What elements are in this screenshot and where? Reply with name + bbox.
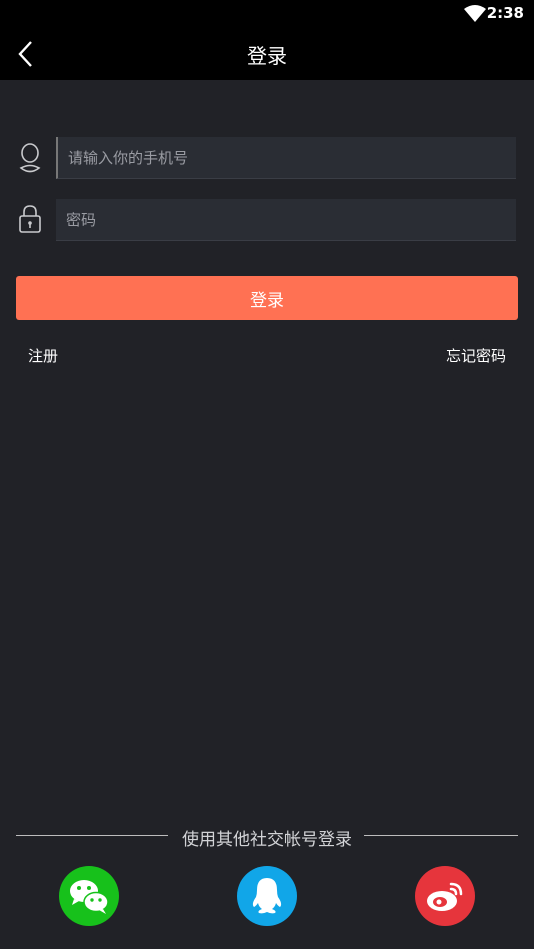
- divider-right: [364, 835, 518, 836]
- login-button[interactable]: 登录: [16, 276, 518, 320]
- phone-input[interactable]: [56, 137, 516, 179]
- title-bar: 登录: [0, 28, 534, 80]
- page-title: 登录: [247, 44, 287, 68]
- status-time: 2:38: [486, 4, 524, 22]
- wifi-icon: [464, 5, 486, 22]
- weibo-icon: [427, 882, 463, 911]
- weibo-login-button[interactable]: [415, 866, 475, 926]
- register-link[interactable]: 注册: [28, 345, 58, 366]
- lock-icon: [19, 205, 41, 233]
- password-input[interactable]: [56, 199, 516, 241]
- qq-login-button[interactable]: [237, 866, 297, 926]
- wechat-icon: [70, 880, 109, 914]
- qq-icon: [252, 878, 282, 914]
- user-icon: [19, 143, 41, 173]
- forgot-password-link[interactable]: 忘记密码: [446, 345, 506, 366]
- wechat-login-button[interactable]: [59, 866, 119, 926]
- status-bar: 2:38: [0, 0, 534, 28]
- social-login-label: 使用其他社交帐号登录: [182, 830, 352, 850]
